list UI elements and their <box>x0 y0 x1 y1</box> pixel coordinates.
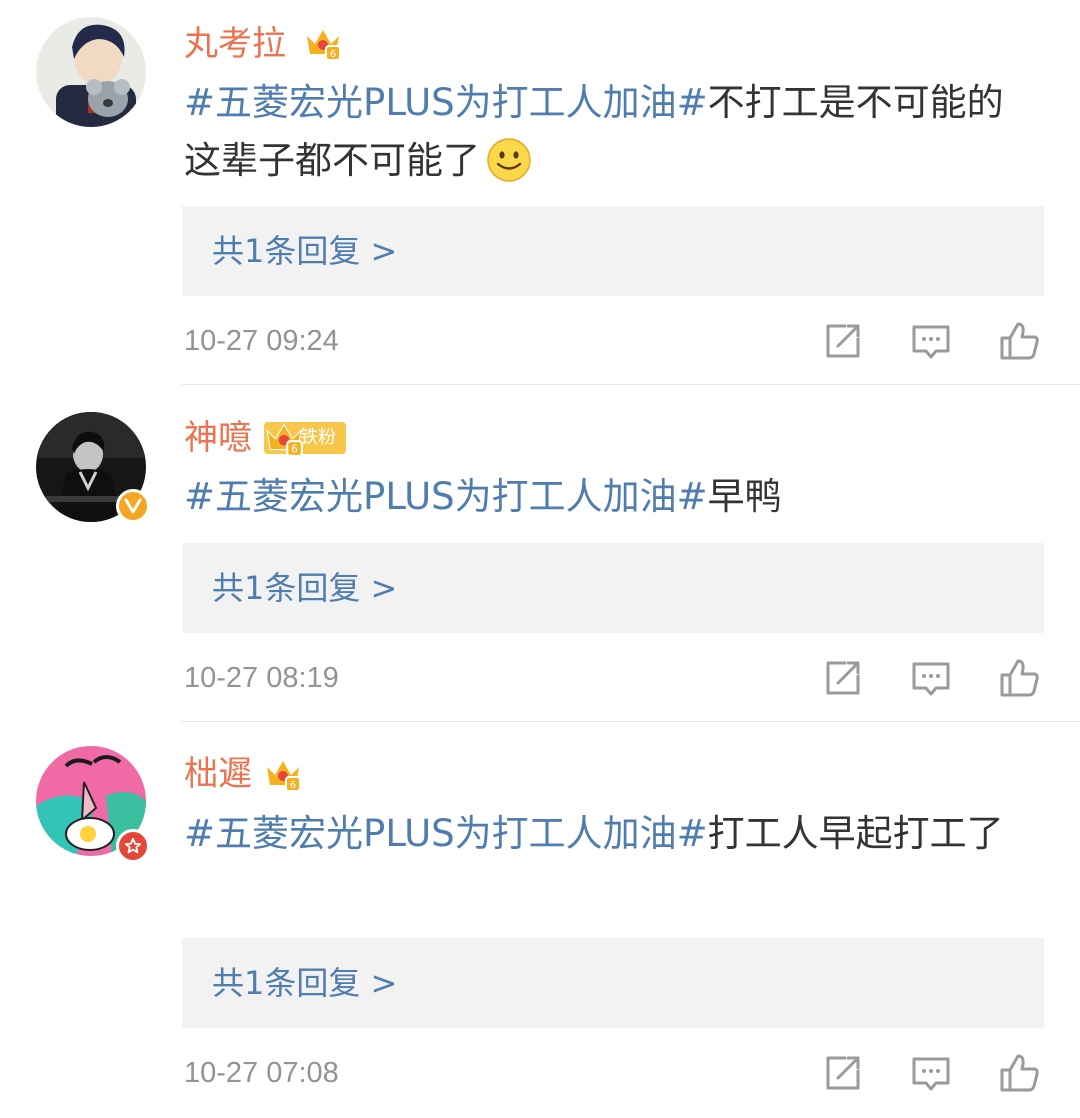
comment-icon[interactable] <box>910 1054 952 1096</box>
repost-icon[interactable] <box>822 1052 864 1094</box>
comment-item: 柮遲 6 #五菱宏光PLUS为打工人加油#打工人早起打工了 共1条回复 > 10… <box>0 0 1080 1118</box>
topic-link[interactable]: #五菱宏光PLUS为打工人加油# <box>184 812 708 855</box>
member-star-icon <box>116 829 150 863</box>
comment-text: #五菱宏光PLUS为打工人加油#打工人早起打工了 <box>184 805 1034 863</box>
timestamp: 10-27 07:08 <box>184 1057 339 1089</box>
username[interactable]: 柮遲 <box>184 752 252 796</box>
comment-body: 打工人早起打工了 <box>707 812 1004 855</box>
reply-count-link[interactable]: 共1条回复 > <box>212 960 397 1006</box>
svg-text:6: 6 <box>290 780 296 791</box>
like-icon[interactable] <box>998 1052 1040 1094</box>
reply-box[interactable]: 共1条回复 > <box>182 938 1044 1028</box>
crown-icon: 6 <box>267 761 301 792</box>
